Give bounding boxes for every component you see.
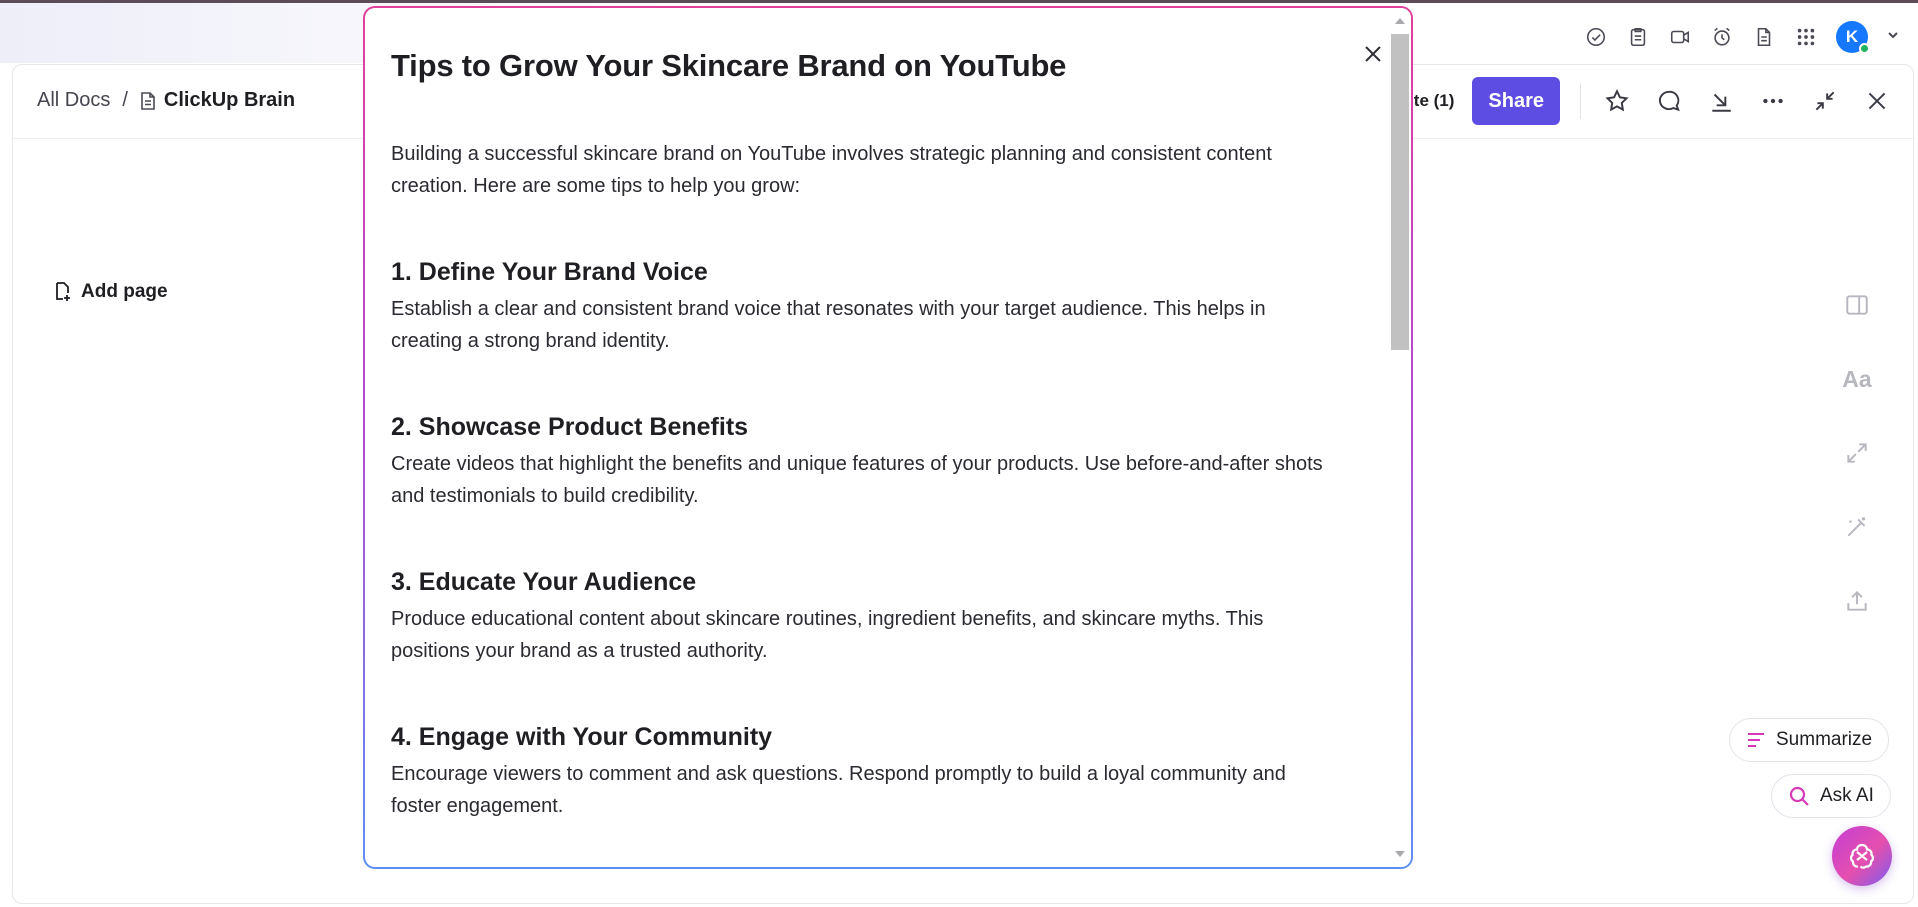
- ask-ai-button[interactable]: Ask AI: [1771, 774, 1891, 818]
- minimize-icon[interactable]: [1809, 85, 1841, 117]
- header-actions: te (1) Share: [1414, 77, 1893, 125]
- magic-wand-icon[interactable]: [1842, 512, 1872, 542]
- comment-icon[interactable]: [1653, 85, 1685, 117]
- breadcrumb-separator: /: [122, 89, 128, 111]
- add-page-button[interactable]: Add page: [53, 281, 168, 303]
- online-status-dot: [1859, 43, 1870, 54]
- collapse-down-icon[interactable]: [1705, 85, 1737, 117]
- tip-heading: 1. Define Your Brand Voice: [391, 258, 708, 286]
- tip-section: 3. Educate Your Audience Produce educati…: [391, 568, 1331, 667]
- breadcrumb-doc-label: ClickUp Brain: [163, 89, 296, 111]
- add-page-icon: [56, 282, 70, 301]
- update-count-label[interactable]: te (1): [1414, 91, 1455, 111]
- sidebar-panel-icon[interactable]: [1842, 290, 1872, 320]
- breadcrumb-all-docs[interactable]: All Docs: [37, 89, 110, 112]
- summarize-lines-icon: [1748, 733, 1764, 747]
- top-bar-icons: K: [1584, 21, 1900, 54]
- scrollbar-thumb[interactable]: [1391, 34, 1409, 350]
- summarize-button[interactable]: Summarize: [1729, 718, 1890, 762]
- more-options-icon[interactable]: [1757, 85, 1789, 117]
- scroll-down-arrow-icon[interactable]: [1395, 851, 1405, 857]
- search-icon: [1789, 786, 1809, 806]
- breadcrumb-current-doc[interactable]: ClickUp Brain: [140, 89, 295, 112]
- add-page-label: Add page: [81, 281, 168, 302]
- modal-scrollbar[interactable]: [1389, 8, 1411, 867]
- resize-arrows-icon[interactable]: [1842, 438, 1872, 468]
- alarm-icon[interactable]: [1710, 25, 1734, 49]
- doc-page-icon: [141, 91, 155, 110]
- modal-close-icon[interactable]: [1361, 42, 1385, 66]
- avatar-initial: K: [1845, 27, 1859, 46]
- scroll-up-arrow-icon[interactable]: [1395, 18, 1405, 24]
- document-icon[interactable]: [1752, 25, 1776, 49]
- share-button[interactable]: Share: [1472, 77, 1560, 125]
- right-tool-rail: Aa: [1842, 290, 1872, 616]
- ai-response-modal: Tips to Grow Your Skincare Brand on YouT…: [363, 6, 1413, 869]
- ask-ai-label: Ask AI: [1820, 785, 1874, 806]
- check-circle-icon[interactable]: [1584, 25, 1608, 49]
- modal-content: Tips to Grow Your Skincare Brand on YouT…: [391, 48, 1331, 822]
- modal-title: Tips to Grow Your Skincare Brand on YouT…: [391, 48, 1067, 83]
- chevron-down-icon[interactable]: [1886, 28, 1900, 47]
- tip-body: Produce educational content about skinca…: [391, 608, 1264, 662]
- modal-intro: Building a successful skincare brand on …: [391, 143, 1272, 197]
- ai-brain-button[interactable]: [1832, 826, 1892, 886]
- font-style-label: Aa: [1842, 365, 1872, 392]
- tip-section: 1. Define Your Brand Voice Establish a c…: [391, 258, 1331, 357]
- close-icon[interactable]: [1861, 85, 1893, 117]
- tip-body: Encourage viewers to comment and ask que…: [391, 763, 1286, 817]
- tip-body: Create videos that highlight the benefit…: [391, 453, 1323, 507]
- clipboard-icon[interactable]: [1626, 25, 1650, 49]
- font-style-icon[interactable]: Aa: [1842, 364, 1872, 394]
- modal-body: Tips to Grow Your Skincare Brand on YouT…: [365, 8, 1411, 867]
- user-avatar[interactable]: K: [1836, 21, 1870, 54]
- ai-brain-icon: [1849, 843, 1875, 869]
- upload-icon[interactable]: [1842, 586, 1872, 616]
- header-divider: [1580, 83, 1581, 119]
- tip-section: 4. Engage with Your Community Encourage …: [391, 723, 1331, 822]
- tip-heading: 3. Educate Your Audience: [391, 568, 697, 596]
- tip-section: 2. Showcase Product Benefits Create vide…: [391, 413, 1331, 512]
- video-icon[interactable]: [1668, 25, 1692, 49]
- summarize-label: Summarize: [1776, 729, 1873, 750]
- breadcrumb: All Docs / ClickUp Brain: [37, 89, 295, 112]
- tip-heading: 2. Showcase Product Benefits: [391, 413, 749, 441]
- tip-heading: 4. Engage with Your Community: [391, 723, 773, 751]
- tip-body: Establish a clear and consistent brand v…: [391, 298, 1266, 352]
- apps-grid-icon[interactable]: [1794, 25, 1818, 49]
- star-icon[interactable]: [1601, 85, 1633, 117]
